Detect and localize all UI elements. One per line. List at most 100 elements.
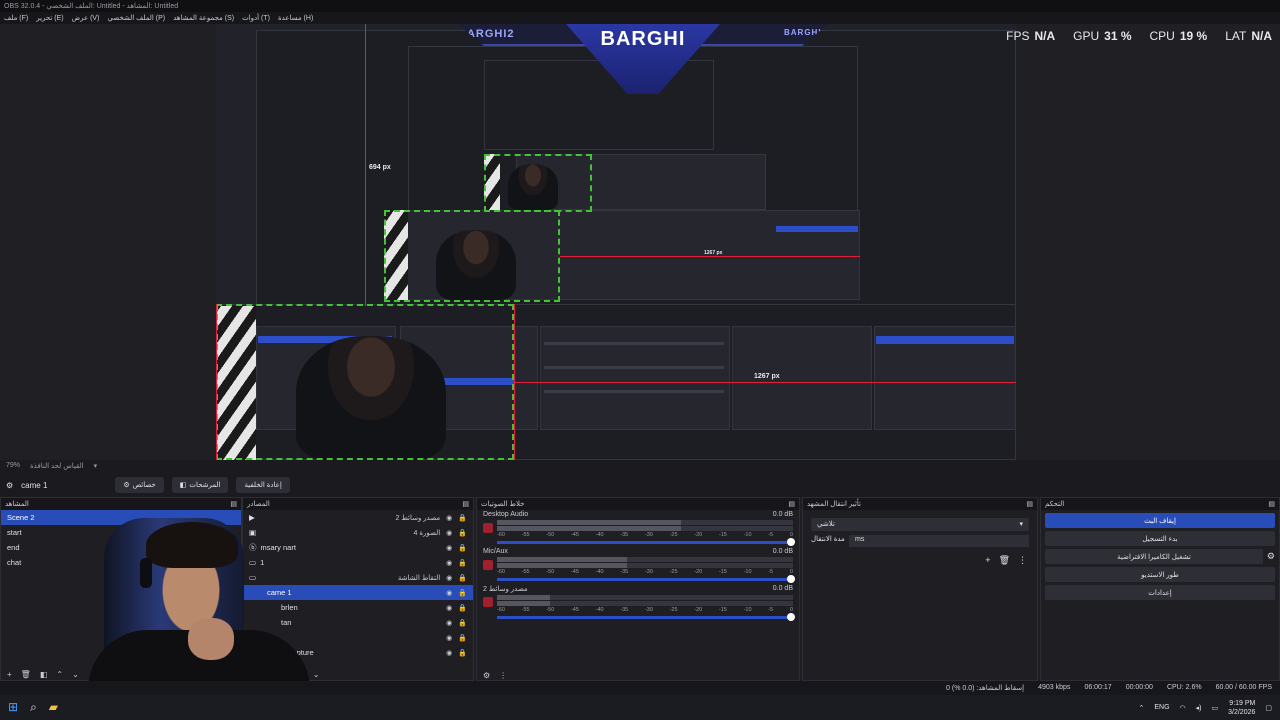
lock-icon[interactable]: 🔒: [458, 514, 467, 522]
eye-icon[interactable]: ◉: [446, 634, 452, 642]
eye-icon[interactable]: ◉: [446, 529, 452, 537]
lock-icon[interactable]: 🔒: [458, 529, 467, 537]
lock-icon[interactable]: 🔒: [458, 634, 467, 642]
filters-button[interactable]: ◧ المرشحات: [171, 477, 229, 493]
volume-knob[interactable]: [787, 538, 795, 546]
virtual-camera-row: تشغيل الكاميرا الافتراضية ⚙: [1041, 546, 1279, 564]
settings-button[interactable]: إعدادات: [1045, 585, 1275, 600]
chevron-up-icon[interactable]: ⌃: [1138, 704, 1144, 712]
menu-tools[interactable]: أدوات (T): [242, 14, 270, 22]
notification-icon[interactable]: ▢: [1265, 704, 1272, 712]
trash-icon[interactable]: 🗑: [999, 555, 1010, 566]
trash-icon[interactable]: 🗑: [21, 670, 31, 680]
transition-select[interactable]: تلاشي ▾: [811, 518, 1029, 531]
volume-level: [497, 526, 681, 531]
volume-slider[interactable]: [497, 613, 795, 621]
battery-icon[interactable]: ▭: [1212, 704, 1219, 712]
properties-button[interactable]: ⚙ خصائص: [115, 477, 164, 493]
virtual-camera-button[interactable]: تشغيل الكاميرا الافتراضية: [1045, 549, 1263, 564]
meter-tick-label: -5: [768, 532, 774, 538]
status-bar: إسقاط المشاهد: (0.0 %) 0 4903 kbps 06:00…: [0, 681, 1280, 695]
mute-icon[interactable]: [483, 560, 493, 570]
eye-icon[interactable]: ◉: [446, 604, 452, 612]
eye-icon[interactable]: ◉: [446, 514, 452, 522]
volume-slider[interactable]: [497, 575, 795, 583]
recording-time: 00:00:00: [1125, 684, 1153, 691]
lock-icon[interactable]: 🔒: [458, 619, 467, 627]
mute-icon[interactable]: [483, 523, 493, 533]
meter-tick-label: -50: [546, 607, 555, 613]
more-icon[interactable]: ⋮: [1018, 555, 1027, 566]
mixer-channel: Mic/Aux 0.0 dB -60 -55 -50 -45 -40 -35 -30 -25 -20…: [483, 548, 795, 583]
filters-label: المرشحات: [189, 482, 221, 489]
zoom-value[interactable]: 79%: [6, 462, 20, 471]
eye-icon[interactable]: ◉: [446, 559, 452, 567]
add-icon[interactable]: +: [985, 555, 990, 566]
add-icon[interactable]: +: [7, 670, 12, 680]
menu-edit[interactable]: تحرير (E): [36, 14, 63, 22]
eye-icon[interactable]: ◉: [446, 649, 452, 657]
lock-icon[interactable]: 🔒: [458, 544, 467, 552]
lock-icon[interactable]: 🔒: [458, 604, 467, 612]
gear-icon[interactable]: ⚙: [1267, 551, 1275, 562]
volume-level: [497, 520, 681, 525]
file-explorer-icon[interactable]: ▰: [49, 700, 58, 715]
mute-icon[interactable]: [483, 597, 493, 607]
gear-icon[interactable]: ⚙: [6, 481, 13, 490]
dock-menu-icon[interactable]: ▤: [230, 500, 237, 508]
volume-slider[interactable]: [497, 538, 795, 546]
eye-icon[interactable]: ◉: [446, 544, 452, 552]
meter-tick-label: -35: [620, 532, 629, 538]
preview-area[interactable]: 694 px 1267 px 1267 px BARGHI2 BARGHI6 B…: [0, 24, 1280, 460]
headset: [140, 558, 152, 588]
chevron-down-icon[interactable]: ▾: [94, 462, 98, 471]
mixer-channel-name: Mic/Aux: [483, 548, 508, 555]
eye-icon[interactable]: ◉: [446, 589, 452, 597]
transition-selected: تلاشي: [817, 521, 835, 528]
duration-input[interactable]: ms: [849, 535, 1029, 547]
start-recording-button[interactable]: بدء التسجيل: [1045, 531, 1275, 546]
clock[interactable]: 9:19 PM 3/2/2026: [1228, 699, 1255, 717]
volume-knob[interactable]: [787, 613, 795, 621]
menu-help[interactable]: مساعدة (H): [278, 14, 313, 22]
menu-scene-collection[interactable]: مجموعة المشاهد (S): [173, 14, 234, 22]
wifi-icon[interactable]: ◠: [1180, 704, 1186, 712]
gpu-stat: GPU 31 %: [1073, 29, 1131, 43]
transition-button[interactable]: إعادة الخلفية: [236, 477, 290, 493]
lock-icon[interactable]: 🔒: [458, 574, 467, 582]
eye-icon[interactable]: ◉: [446, 574, 452, 582]
menu-file[interactable]: ملف (F): [4, 14, 28, 22]
dock-menu-icon[interactable]: ▤: [1268, 500, 1275, 508]
transition-duration: مدة الانتقال ms: [811, 535, 1029, 547]
preview-canvas[interactable]: 694 px 1267 px 1267 px: [216, 24, 1016, 460]
arrow-down-icon[interactable]: ⌄: [313, 670, 320, 680]
lock-icon[interactable]: 🔒: [458, 559, 467, 567]
volume-icon[interactable]: ◂): [1196, 704, 1202, 712]
brand-logo-text: BARGHI: [600, 28, 686, 50]
dock-menu-icon[interactable]: ▤: [788, 500, 795, 508]
filter-icon[interactable]: ◧: [40, 670, 48, 680]
volume-knob[interactable]: [787, 575, 795, 583]
cpu-value: 19 %: [1179, 29, 1208, 43]
scene-item-label: chat: [7, 558, 22, 567]
arrow-up-icon[interactable]: ⌃: [56, 670, 63, 680]
zoom-mode[interactable]: القياس لحد النافذة: [30, 462, 84, 471]
search-icon[interactable]: ⌕: [30, 700, 37, 715]
arrow-down-icon[interactable]: ⌄: [72, 670, 79, 680]
lock-icon[interactable]: 🔒: [458, 649, 467, 657]
menu-profile[interactable]: الملف الشخصي (P): [107, 14, 165, 22]
clock-date: 3/2/2026: [1228, 708, 1256, 716]
controls-dock: التحكم ▤ إيقاف البث بدء التسجيل تشغيل ال…: [1040, 497, 1280, 681]
source-item-controls: ◉ 🔒: [446, 634, 467, 642]
dock-menu-icon[interactable]: ▤: [462, 500, 469, 508]
menu-view[interactable]: عرض (V): [72, 14, 100, 22]
more-icon[interactable]: ⋮: [499, 671, 507, 681]
studio-mode-button[interactable]: طور الاستديو: [1045, 567, 1275, 582]
gear-icon[interactable]: ⚙: [483, 671, 490, 681]
lang-indicator[interactable]: ENG: [1154, 704, 1169, 711]
lock-icon[interactable]: 🔒: [458, 589, 467, 597]
windows-start-icon[interactable]: ⊞: [8, 700, 18, 715]
dock-menu-icon[interactable]: ▤: [1026, 500, 1033, 508]
eye-icon[interactable]: ◉: [446, 619, 452, 627]
stop-streaming-button[interactable]: إيقاف البث: [1045, 513, 1275, 528]
